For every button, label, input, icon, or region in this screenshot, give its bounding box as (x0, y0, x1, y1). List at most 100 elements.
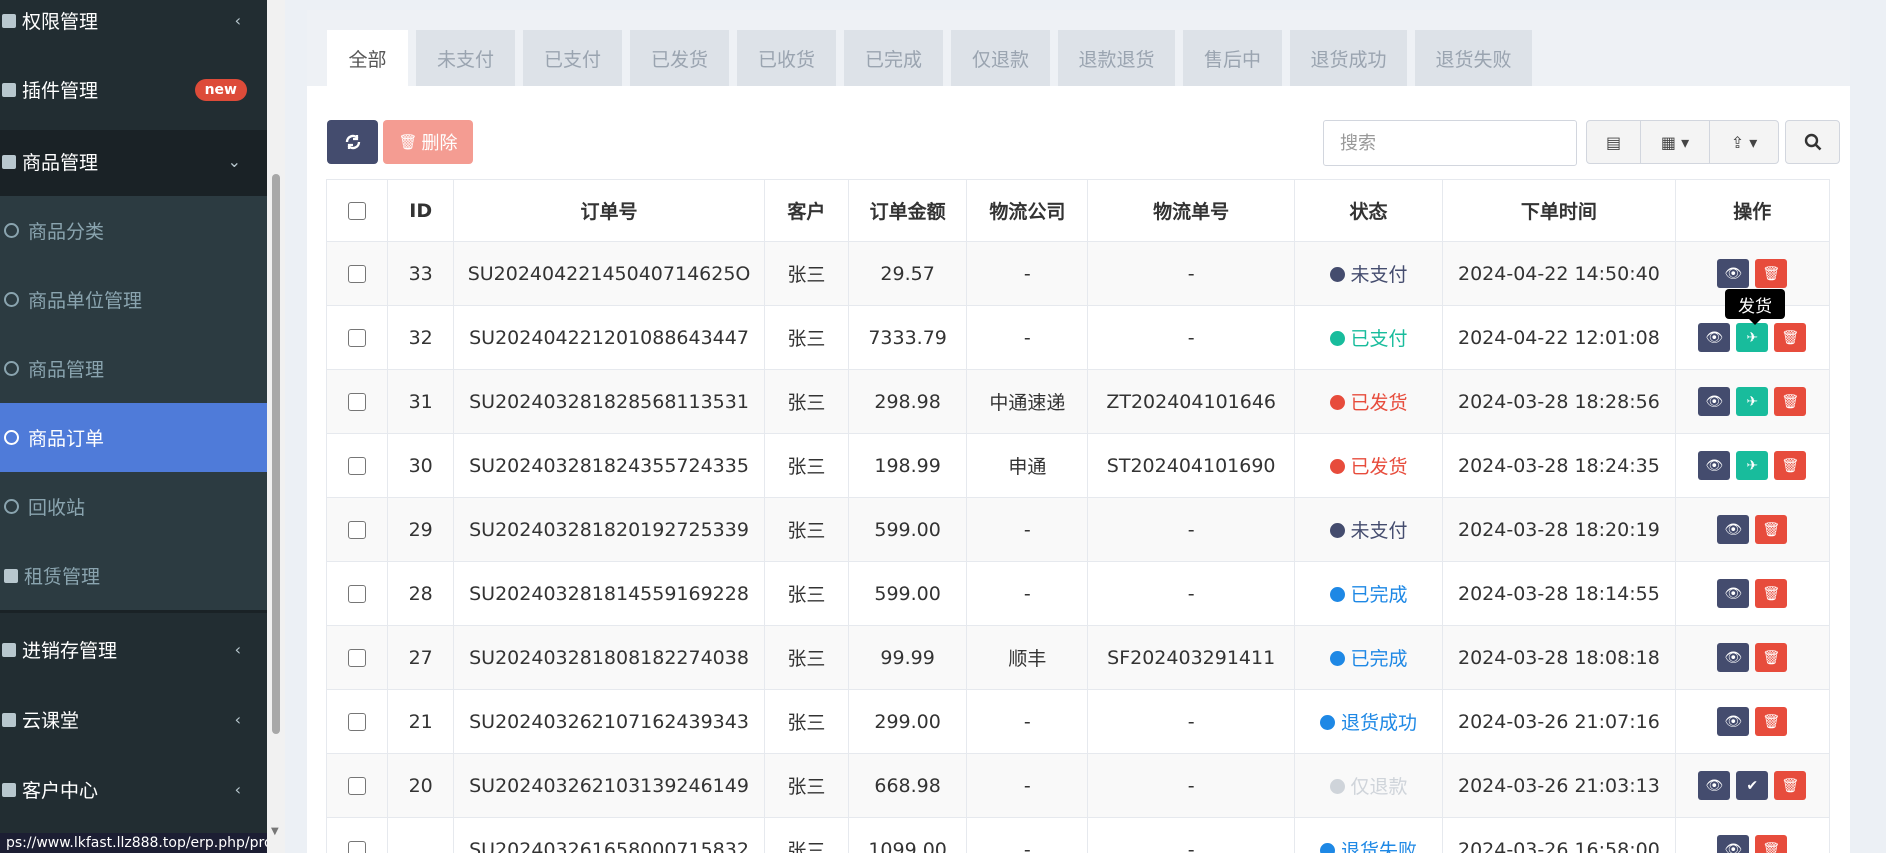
column-header[interactable]: 物流单号 (1087, 179, 1295, 242)
table-row[interactable]: 21 SU202403262107162439343 张三 299.00- - 退货成功 2… (325, 689, 1831, 754)
tab-unpaid[interactable]: 未支付 (416, 30, 515, 86)
view-button[interactable]: 👁 (1717, 515, 1750, 544)
ship-button[interactable]: ✈ (1736, 387, 1769, 416)
delete-row-button[interactable]: 🗑 (1755, 579, 1788, 608)
refresh-button[interactable] (327, 120, 378, 164)
tab-return-failed[interactable]: 退货失败 (1415, 30, 1532, 86)
table-row[interactable]: 27 SU202403281808182274038 张三 99.99 顺丰 SF2024… (325, 625, 1831, 690)
row-checkbox[interactable] (348, 841, 367, 853)
scroll-down-icon[interactable]: ▼ (271, 826, 279, 837)
row-checkbox[interactable] (348, 649, 367, 667)
order-number: SU202403281828568113531 (453, 369, 765, 434)
column-header[interactable]: ID (387, 179, 455, 242)
sidebar-item-category[interactable]: 商品分类 (0, 196, 267, 265)
table-row[interactable]: 30 SU202403281824355724335 张三 198.99 申通 ST202… (325, 433, 1831, 498)
sidebar-scrollbar[interactable]: ▼ (267, 0, 285, 853)
row-checkbox[interactable] (348, 329, 367, 347)
trash-icon: 🗑 (1762, 585, 1781, 602)
ship-button[interactable]: ✈ (1736, 323, 1769, 352)
tab-paid[interactable]: 已支付 (523, 30, 622, 86)
advanced-search-button[interactable] (1785, 120, 1840, 164)
view-button[interactable]: 👁 (1717, 707, 1750, 736)
shopping-bag-icon (2, 154, 16, 169)
column-header[interactable]: 物流公司 (966, 179, 1089, 242)
tab-after-sale[interactable]: 售后中 (1183, 30, 1282, 86)
row-actions: 👁 🗑 (1717, 259, 1788, 288)
select-all-checkbox[interactable] (348, 202, 367, 220)
tab-refund-only[interactable]: 仅退款 (951, 30, 1050, 86)
row-checkbox[interactable] (348, 521, 367, 539)
delete-row-button[interactable]: 🗑 (1774, 387, 1807, 416)
view-button[interactable]: 👁 (1717, 259, 1750, 288)
delete-row-button[interactable]: 🗑 (1755, 643, 1788, 672)
tab-return-success[interactable]: 退货成功 (1290, 30, 1407, 86)
sidebar-item-units[interactable]: 商品单位管理 (0, 265, 267, 334)
sidebar-item-products[interactable]: 商品管理 ⌄ (0, 127, 267, 196)
row-checkbox[interactable] (348, 585, 367, 603)
column-header[interactable]: 订单金额 (847, 179, 968, 242)
view-button[interactable]: 👁 (1717, 579, 1750, 608)
row-checkbox[interactable] (348, 777, 367, 795)
delete-row-button[interactable]: 🗑 (1774, 771, 1807, 800)
order-amount: 1099.00 (847, 817, 968, 853)
delete-row-button[interactable]: 🗑 (1755, 835, 1788, 853)
customer-name: 张三 (763, 241, 850, 306)
sidebar-item-product-manage[interactable]: 商品管理 (0, 334, 267, 403)
delete-row-button[interactable]: 🗑 (1774, 323, 1807, 352)
table-row[interactable]: 33 SU20240422145040714625O 张三 29.57- - 未支付 202… (325, 241, 1831, 306)
columns-button[interactable]: ▦ ▾ (1640, 120, 1710, 164)
table-row[interactable]: 20 SU202403262103139246149 张三 668.98- - 仅退款 20… (325, 753, 1831, 818)
sidebar-item-inventory[interactable]: 进销存管理 ‹ (0, 615, 267, 684)
delete-row-button[interactable]: 🗑 (1755, 515, 1788, 544)
row-checkbox[interactable] (348, 265, 367, 283)
sidebar-item-classroom[interactable]: 云课堂 ‹ (0, 685, 267, 754)
row-checkbox[interactable] (348, 713, 367, 731)
user-icon (2, 782, 16, 797)
sidebar-item-permissions[interactable]: 权限管理 ‹ (0, 0, 267, 55)
customer-name: 张三 (763, 369, 850, 434)
tab-received[interactable]: 已收货 (737, 30, 836, 86)
view-button[interactable]: 👁 (1698, 771, 1731, 800)
row-actions: 👁 ✈ 🗑 (1698, 323, 1807, 352)
row-checkbox[interactable] (348, 393, 367, 411)
toggle-view-button[interactable]: ▤ (1586, 120, 1641, 164)
view-button[interactable]: 👁 (1717, 643, 1750, 672)
table-row[interactable]: 32 SU202404221201088643447 张三 7333.79- - 已支付 2… (325, 305, 1831, 370)
view-button[interactable]: 👁 (1698, 323, 1731, 352)
ship-button[interactable]: ✈ (1736, 451, 1769, 480)
sidebar-item-rental[interactable]: 租赁管理 (0, 541, 267, 610)
delete-row-button[interactable]: 🗑 (1755, 259, 1788, 288)
scrollbar-thumb[interactable] (272, 174, 280, 734)
tab-refund-return[interactable]: 退款退货 (1058, 30, 1175, 86)
column-header[interactable]: 状态 (1293, 179, 1444, 242)
logistics-company: - (966, 753, 1089, 818)
sidebar-item-customers[interactable]: 客户中心 ‹ (0, 755, 267, 824)
view-button[interactable]: 👁 (1698, 387, 1731, 416)
delete-row-button[interactable]: 🗑 (1774, 451, 1807, 480)
table-row[interactable]: 31 SU202403281828568113531 张三 298.98 中通速递 ZT2… (325, 369, 1831, 434)
delete-button[interactable]: 🗑 删除 (383, 120, 473, 164)
tab-all[interactable]: 全部 (327, 30, 408, 86)
column-header[interactable]: 客户 (763, 179, 850, 242)
tab-shipped[interactable]: 已发货 (630, 30, 729, 86)
sidebar-item-label: 商品分类 (28, 221, 105, 243)
tab-completed[interactable]: 已完成 (844, 30, 943, 86)
table-row[interactable]: SU202403261658000715832 张三 1099.00- - 退货失败 20… (325, 817, 1831, 853)
select-all-cell[interactable] (325, 179, 389, 242)
sidebar-item-plugins[interactable]: 插件管理 new (0, 55, 267, 124)
table-row[interactable]: 29 SU202403281820192725339 张三 599.00- - 未支付 20… (325, 497, 1831, 562)
sidebar-item-recycle[interactable]: 回收站 (0, 472, 267, 541)
row-checkbox[interactable] (348, 457, 367, 475)
column-header[interactable]: 订单号 (453, 179, 765, 242)
column-header[interactable]: 下单时间 (1442, 179, 1676, 242)
view-button[interactable]: 👁 (1698, 451, 1731, 480)
confirm-button[interactable]: ✔ (1736, 771, 1769, 800)
search-input[interactable] (1323, 120, 1577, 166)
export-button[interactable]: ⇪ ▾ (1709, 120, 1779, 164)
table-row[interactable]: 28 SU202403281814559169228 张三 599.00- - 已完成 20… (325, 561, 1831, 626)
sidebar-item-orders[interactable]: 商品订单 (0, 403, 267, 472)
export-icon: ⇪ ▾ (1730, 132, 1758, 152)
status-dot-icon (1329, 587, 1345, 602)
delete-row-button[interactable]: 🗑 (1755, 707, 1788, 736)
view-button[interactable]: 👁 (1717, 835, 1750, 853)
